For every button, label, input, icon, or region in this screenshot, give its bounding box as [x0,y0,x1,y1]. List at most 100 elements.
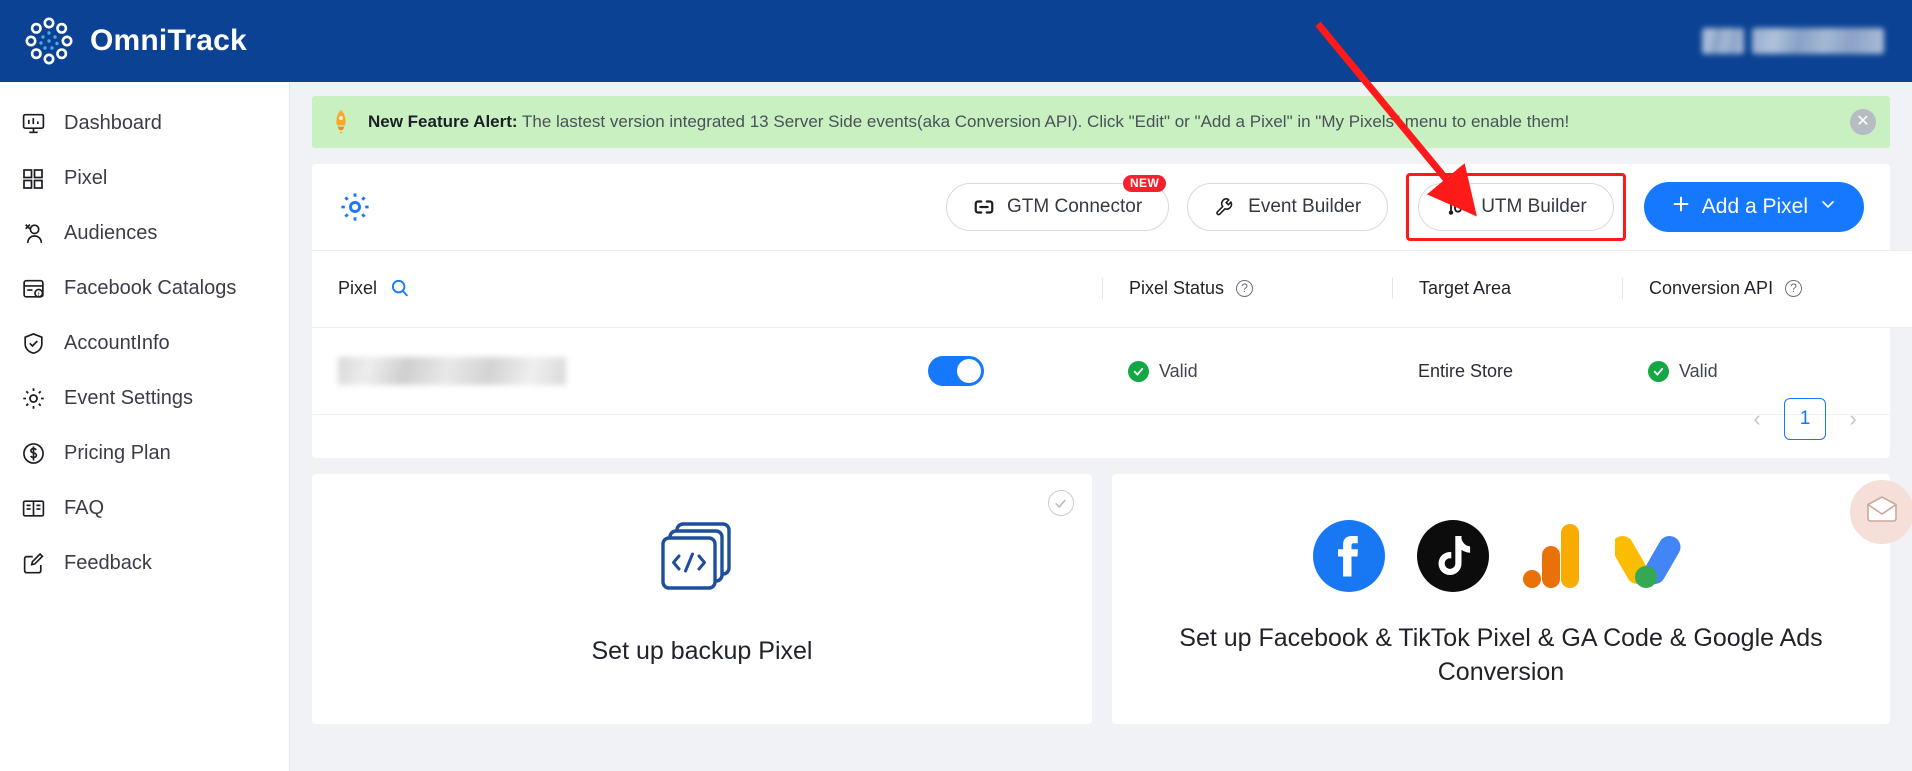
pixel-name-redacted [338,357,566,385]
column-label: Conversion API [1649,277,1774,298]
chevron-right-icon[interactable]: › [1842,406,1864,432]
dots-circle-logo-icon [24,16,74,66]
new-badge: NEW [1122,175,1167,193]
event-builder-label: Event Builder [1248,196,1362,217]
gtm-connector-button[interactable]: GTM Connector NEW [946,175,1170,231]
monitor-chart-icon [20,111,46,137]
sidebar-item-faq[interactable]: FAQ [0,481,289,536]
shield-check-icon [20,331,46,357]
close-icon[interactable]: ✕ [1850,109,1876,135]
link-icon [973,196,995,218]
check-circle-icon [1128,360,1149,382]
people-icon [20,221,46,247]
target-area-value: Entire Store [1418,360,1514,381]
cell-pixel-name [312,327,832,415]
pixel-enable-toggle[interactable] [928,356,984,386]
pixel-list-card: GTM Connector NEW Event Builder UTM Buil… [312,164,1912,458]
account-name-redacted [1752,28,1884,54]
add-pixel-label: Add a Pixel [1701,195,1808,218]
account-menu[interactable] [1702,24,1892,58]
check-circle-icon [1648,360,1669,382]
help-icon[interactable]: ? [1236,279,1254,297]
chevron-left-icon[interactable]: ‹ [1746,406,1768,432]
sidebar-item-label: Facebook Catalogs [64,277,237,299]
search-icon[interactable] [389,277,411,299]
gtm-connector-label: GTM Connector [1007,196,1143,217]
settings-gear-icon[interactable] [338,190,372,224]
chevron-down-icon [1818,194,1838,220]
sidebar-item-label: Feedback [64,552,152,574]
cell-pixel-status: Valid [1102,327,1392,415]
sidebar-item-dashboard[interactable]: Dashboard [0,96,289,151]
sidebar-item-facebook-catalogs[interactable]: f Facebook Catalogs [0,261,289,316]
column-conversion-api: Conversion API ? [1622,250,1912,328]
pagination: ‹ 1 › [1746,398,1864,440]
sidebar-item-label: Pixel [64,167,108,189]
avatar [1702,28,1744,54]
catalog-card-icon: f [20,276,46,302]
rocket-icon [330,109,352,135]
tiktok-logo-icon [1416,520,1489,592]
utm-magnet-icon [1445,196,1469,218]
sidebar-item-label: Event Settings [64,387,193,409]
sidebar-item-label: FAQ [64,497,105,519]
sidebar-item-label: Pricing Plan [64,442,171,464]
setup-backup-pixel-card[interactable]: Set up backup Pixel [312,474,1092,724]
sidebar-item-label: Audiences [64,222,158,244]
conversion-api-value: Valid [1679,360,1718,381]
gear-icon [20,386,46,412]
setup-cards-row: Set up backup Pixel Set up Facebook & Ti… [312,474,1890,724]
banner-title: New Feature Alert: [368,112,518,131]
column-toggle [832,250,1102,328]
brand[interactable]: OmniTrack [0,16,247,66]
utm-builder-label: UTM Builder [1481,196,1587,217]
sidebar-item-label: Dashboard [64,112,162,134]
column-label: Pixel [338,277,378,298]
setup-platforms-card[interactable]: Set up Facebook & TikTok Pixel & GA Code… [1111,474,1890,724]
dollar-circle-icon [20,441,46,467]
sidebar-item-label: AccountInfo [64,332,170,354]
feature-alert-banner: New Feature Alert: The lastest version i… [312,96,1890,148]
sidebar: Dashboard Pixel Audiences f Facebook Cat… [0,82,290,771]
code-stack-icon [659,520,745,605]
utm-builder-button[interactable]: UTM Builder [1418,183,1614,231]
platforms-caption: Set up Facebook & TikTok Pixel & GA Code… [1179,624,1823,686]
plus-icon [1670,193,1692,221]
facebook-logo-icon [1312,520,1385,592]
column-pixel: Pixel [312,250,832,328]
sidebar-item-pricing-plan[interactable]: Pricing Plan [0,426,289,481]
sidebar-item-pixel[interactable]: Pixel [0,151,289,206]
column-label: Pixel Status [1129,277,1225,298]
cell-target-area: Entire Store [1392,327,1622,415]
pixel-status-value: Valid [1159,360,1198,381]
grid-squares-icon [20,166,46,192]
banner-body: The lastest version integrated 13 Server… [517,112,1570,131]
table-header-row: Pixel Pixel Status ? Target Area Convers… [312,250,1912,328]
edit-note-icon [20,551,46,577]
backup-pixel-caption: Set up backup Pixel [591,637,813,665]
cell-toggle [832,327,1102,415]
page-number-1[interactable]: 1 [1784,398,1826,440]
google-ads-logo-icon [1614,520,1689,592]
sidebar-item-feedback[interactable]: Feedback [0,536,289,591]
top-bar: OmniTrack [0,0,1912,82]
sidebar-item-audiences[interactable]: Audiences [0,206,289,261]
column-pixel-status: Pixel Status ? [1102,250,1392,328]
event-builder-button[interactable]: Event Builder [1187,183,1389,231]
google-analytics-logo-icon [1521,520,1583,592]
pixel-toolbar: GTM Connector NEW Event Builder UTM Buil… [312,164,1890,250]
add-pixel-button[interactable]: Add a Pixel [1643,182,1864,232]
sidebar-item-event-settings[interactable]: Event Settings [0,371,289,426]
main-content: New Feature Alert: The lastest version i… [290,82,1912,771]
platform-logos [1312,520,1689,592]
chat-launcher-button[interactable] [1850,480,1912,544]
column-label: Target Area [1419,277,1512,298]
book-icon [20,496,46,522]
banner-message: New Feature Alert: The lastest version i… [368,112,1569,132]
help-icon[interactable]: ? [1785,279,1803,297]
pixel-table: Pixel Pixel Status ? Target Area Convers… [312,250,1912,415]
toolbar-actions: GTM Connector NEW Event Builder UTM Buil… [946,173,1864,241]
sidebar-item-accountinfo[interactable]: AccountInfo [0,316,289,371]
wrench-icon [1214,196,1236,218]
check-circle-icon [1047,490,1074,516]
